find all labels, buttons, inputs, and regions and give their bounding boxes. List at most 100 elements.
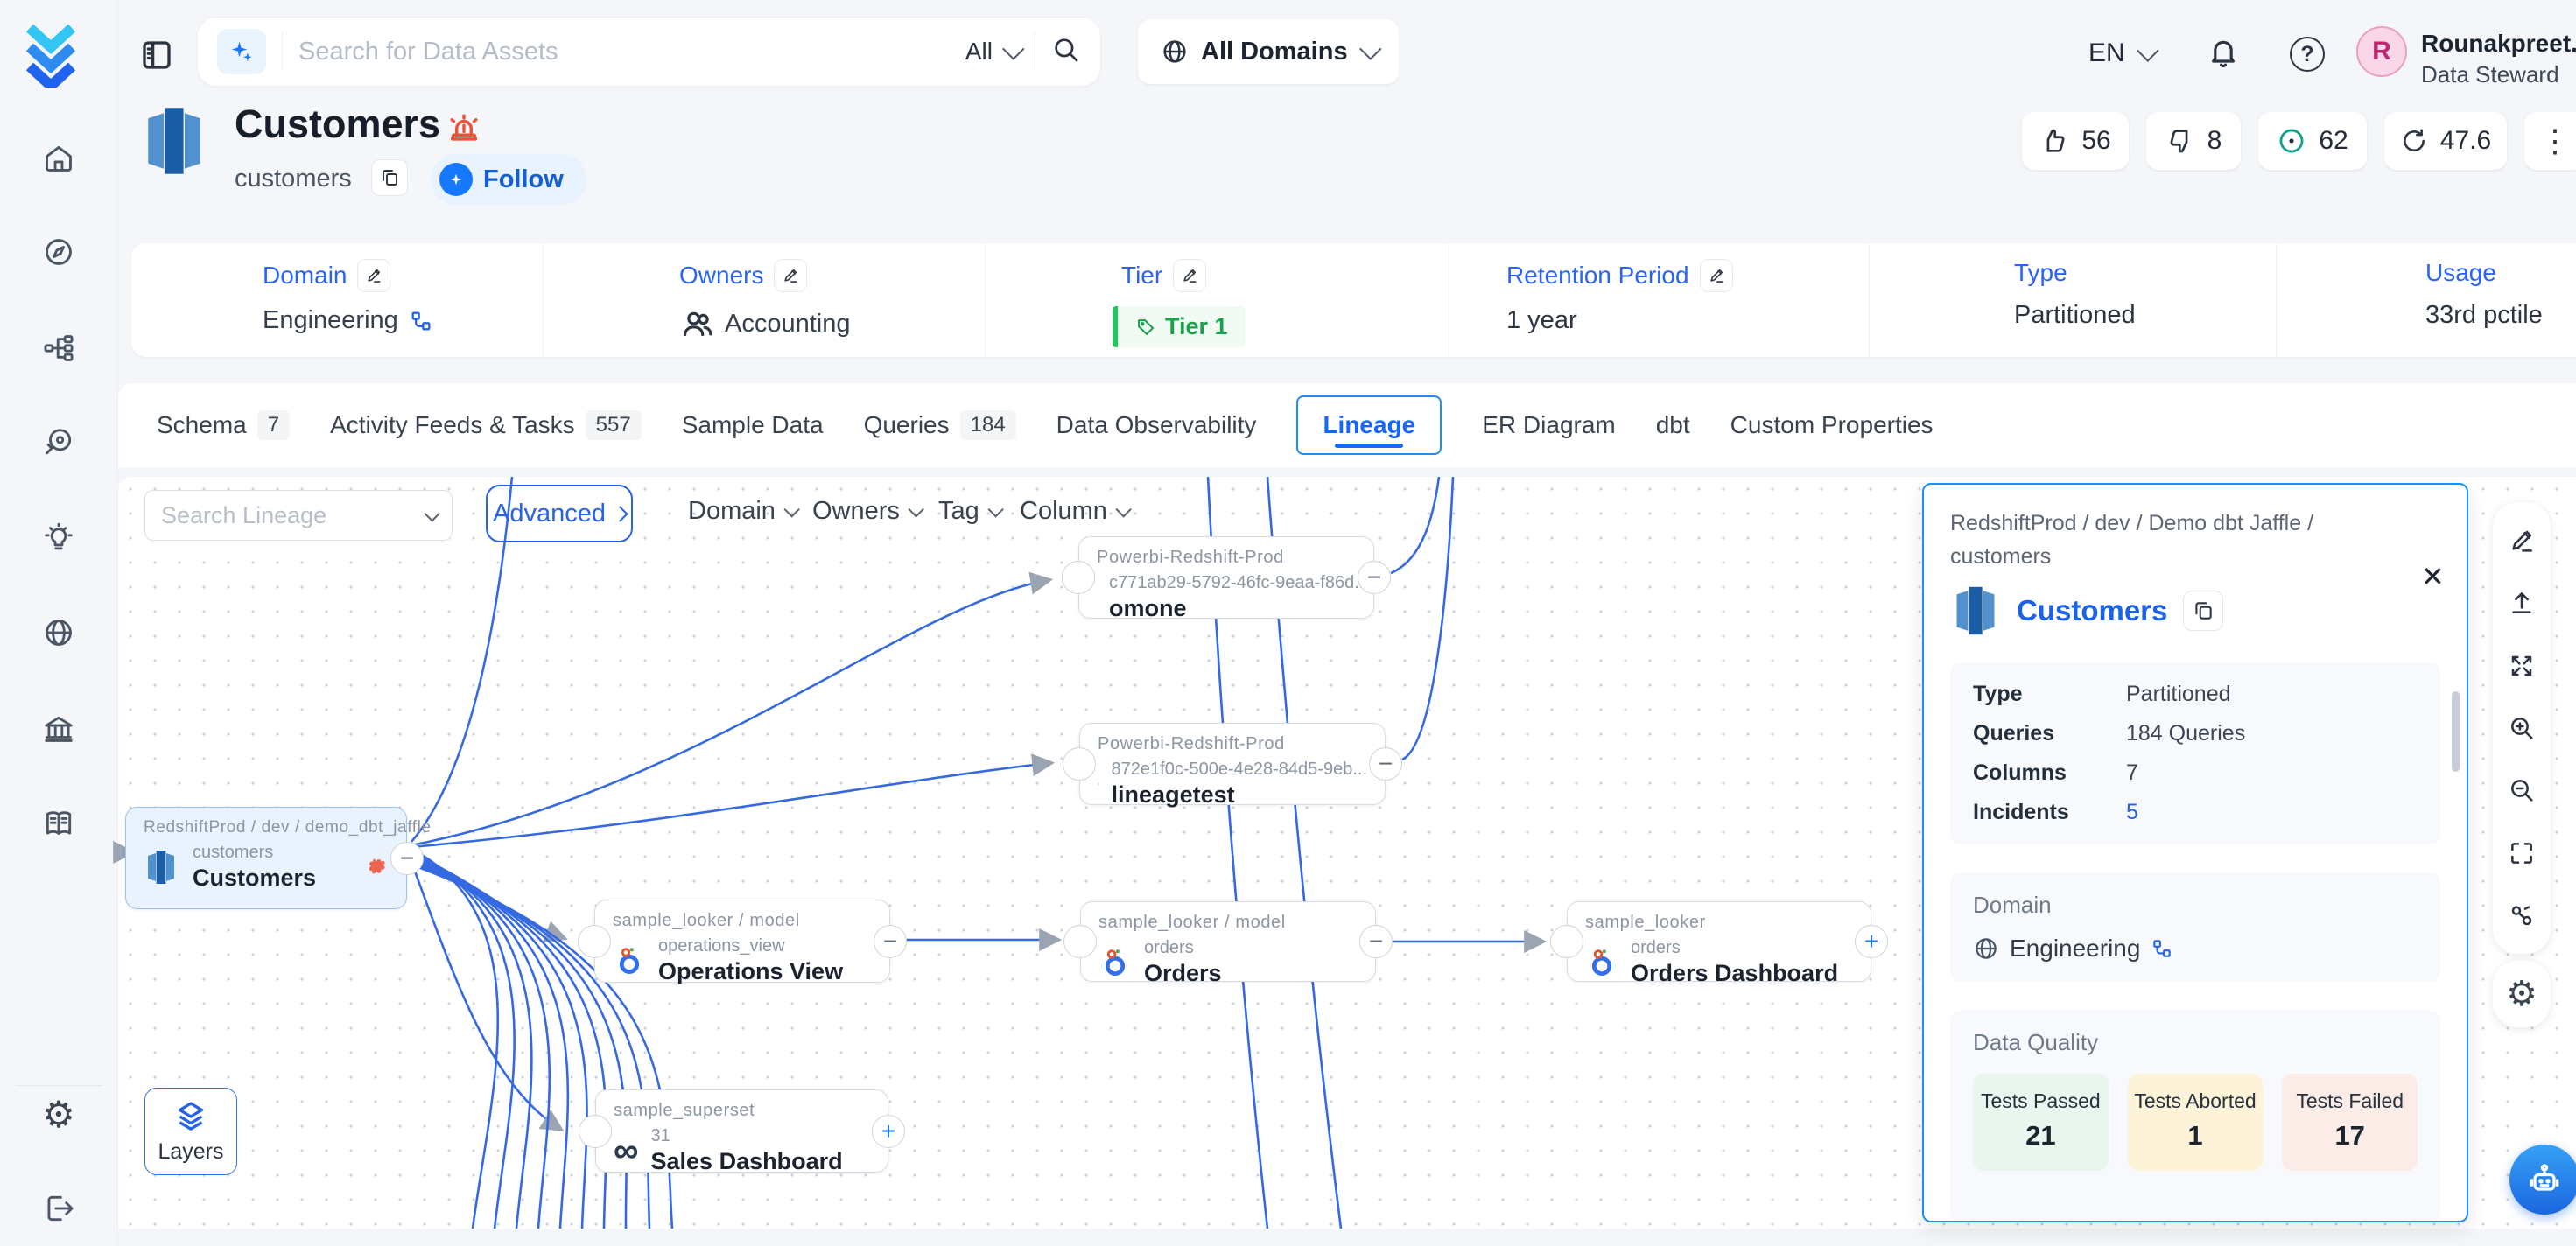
- collapse-handle[interactable]: −: [1358, 561, 1391, 594]
- governance-bank-icon[interactable]: [39, 709, 79, 749]
- glossary-book-icon[interactable]: [39, 803, 79, 844]
- owners-value[interactable]: Accounting: [725, 310, 851, 339]
- copy-icon[interactable]: [2183, 591, 2223, 631]
- downvote-button[interactable]: 8: [2146, 112, 2241, 170]
- alert-siren-icon[interactable]: [445, 108, 483, 151]
- panel-breadcrumb[interactable]: RedshiftProd / dev / Demo dbt Jaffle / c…: [1950, 508, 2388, 573]
- incident-count-button[interactable]: 62: [2258, 112, 2367, 170]
- edit-pencil-icon[interactable]: [1173, 259, 1206, 292]
- settings-gear-icon[interactable]: ⚙: [39, 1094, 79, 1134]
- layers-icon: [173, 1099, 208, 1134]
- tab-data-observability[interactable]: Data Observability: [1056, 411, 1257, 439]
- fullscreen-icon[interactable]: [2494, 822, 2550, 884]
- expand-handle[interactable]: +: [872, 1115, 905, 1148]
- observability-icon[interactable]: [39, 423, 79, 463]
- fit-view-icon[interactable]: [2494, 634, 2550, 696]
- source-handle[interactable]: [1550, 925, 1583, 958]
- collapse-handle[interactable]: −: [874, 925, 907, 958]
- summary-incidents-link[interactable]: 5: [2126, 800, 2138, 825]
- layers-button[interactable]: Layers: [144, 1088, 237, 1175]
- zoom-in-icon[interactable]: [2494, 696, 2550, 759]
- lineage-node-customers[interactable]: RedshiftProd / dev / demo_dbt_jaffle cus…: [125, 807, 407, 909]
- lineage-node-operations-view[interactable]: sample_looker / model operations_view Op…: [594, 900, 890, 983]
- search-icon[interactable]: [1051, 35, 1081, 69]
- tab-queries[interactable]: Queries184: [864, 410, 1016, 440]
- follow-button[interactable]: Follow: [431, 154, 586, 205]
- kebab-menu-button[interactable]: ⋮: [2524, 112, 2576, 170]
- tab-schema[interactable]: Schema7: [157, 410, 290, 440]
- source-handle[interactable]: [578, 925, 611, 958]
- owners-label: Owners: [679, 262, 763, 290]
- notifications-bell-icon[interactable]: [2206, 35, 2241, 74]
- lineage-node-orders-dashboard[interactable]: sample_looker orders Orders Dashboard +: [1567, 901, 1871, 982]
- lineage-search-input[interactable]: Search Lineage: [144, 490, 453, 541]
- copy-icon[interactable]: [371, 159, 408, 196]
- advanced-filter-button[interactable]: Advanced: [486, 485, 633, 542]
- panel-scrollbar[interactable]: [2452, 691, 2460, 772]
- explore-compass-icon[interactable]: [39, 232, 79, 272]
- language-dropdown[interactable]: EN: [2088, 38, 2153, 68]
- tab-dbt[interactable]: dbt: [1656, 411, 1690, 439]
- tier-badge[interactable]: Tier 1: [1113, 306, 1246, 347]
- source-handle[interactable]: [1063, 925, 1097, 958]
- edit-pencil-icon[interactable]: [1700, 259, 1733, 292]
- lineage-node-sales-dashboard[interactable]: sample_superset ∞ 31 Sales Dashboard +: [595, 1089, 888, 1172]
- upvote-button[interactable]: 56: [2022, 112, 2129, 170]
- help-icon[interactable]: ?: [2290, 37, 2325, 72]
- edit-pencil-icon[interactable]: [774, 259, 807, 292]
- lineage-settings-gear-icon[interactable]: ⚙: [2506, 974, 2537, 1014]
- panel-entity-link[interactable]: Customers: [2017, 594, 2167, 627]
- tab-lineage[interactable]: Lineage: [1296, 396, 1442, 455]
- filter-tag-dropdown[interactable]: Tag: [938, 497, 1000, 526]
- lineage-node-omone[interactable]: Powerbi-Redshift-Prod c771ab29-5792-46fc…: [1078, 536, 1374, 619]
- search-input[interactable]: Search for Data Assets: [298, 38, 965, 66]
- domains-globe-icon[interactable]: [39, 612, 79, 653]
- tab-activity-feeds[interactable]: Activity Feeds & Tasks557: [330, 410, 642, 440]
- panel-domain-value[interactable]: Engineering: [2010, 934, 2140, 962]
- usage-refresh-button[interactable]: 47.6: [2384, 112, 2507, 170]
- collapse-handle[interactable]: −: [1369, 747, 1402, 780]
- source-handle[interactable]: [1062, 561, 1095, 594]
- app-logo[interactable]: [18, 19, 84, 88]
- lineage-flow-icon[interactable]: [39, 328, 79, 368]
- tab-sample-data[interactable]: Sample Data: [682, 411, 824, 439]
- panel-domain-label: Domain: [1973, 892, 2418, 919]
- global-search[interactable]: Search for Data Assets All: [197, 17, 1101, 87]
- tests-aborted-value: 1: [2133, 1120, 2258, 1152]
- tab-er-diagram[interactable]: ER Diagram: [1482, 411, 1615, 439]
- logout-icon[interactable]: [39, 1188, 79, 1228]
- source-handle[interactable]: [579, 1115, 612, 1148]
- close-icon[interactable]: ✕: [2421, 560, 2546, 593]
- left-sidebar: ⚙: [0, 0, 118, 1246]
- collapse-handle[interactable]: −: [390, 842, 424, 875]
- lineage-node-orders[interactable]: sample_looker / model orders Orders −: [1080, 901, 1376, 982]
- filter-domain-dropdown[interactable]: Domain: [688, 497, 796, 526]
- node-title: Orders Dashboard: [1631, 960, 1838, 987]
- filter-owners-dropdown[interactable]: Owners: [812, 497, 920, 526]
- filter-column-dropdown[interactable]: Column: [1020, 497, 1127, 526]
- node-sub: c771ab29-5792-46fc-9eaa-f86d...: [1109, 573, 1369, 593]
- search-scope-dropdown[interactable]: All: [965, 38, 1019, 66]
- lineage-node-lineagetest[interactable]: Powerbi-Redshift-Prod 872e1f0c-500e-4e28…: [1079, 723, 1386, 805]
- home-icon[interactable]: [39, 138, 79, 178]
- sidebar-toggle-icon[interactable]: [138, 37, 175, 78]
- info-usage: Usage 33rd pctile: [2276, 243, 2576, 357]
- all-domains-label: All Domains: [1201, 38, 1348, 66]
- insights-bulb-icon[interactable]: [39, 518, 79, 558]
- usage-pctile-value: 33rd pctile: [2425, 301, 2543, 330]
- relayout-icon[interactable]: [2494, 885, 2550, 947]
- tab-custom-properties[interactable]: Custom Properties: [1730, 411, 1934, 439]
- user-avatar[interactable]: R: [2356, 26, 2407, 77]
- expand-handle[interactable]: +: [1855, 925, 1888, 958]
- user-menu[interactable]: Rounakpreet.d Data Steward: [2421, 30, 2576, 88]
- domain-value[interactable]: Engineering: [263, 306, 398, 335]
- all-domains-button[interactable]: All Domains: [1138, 19, 1399, 84]
- edit-pencil-icon[interactable]: [357, 259, 390, 292]
- assistant-chatbot-button[interactable]: [2509, 1144, 2576, 1214]
- collapse-handle[interactable]: −: [1359, 925, 1393, 958]
- summary-columns-label: Columns: [1973, 760, 2126, 786]
- tests-aborted-chip: Tests Aborted 1: [2128, 1074, 2264, 1171]
- zoom-out-icon[interactable]: [2494, 760, 2550, 822]
- source-handle[interactable]: [1063, 747, 1096, 780]
- chevron-down-icon: [1359, 38, 1381, 60]
